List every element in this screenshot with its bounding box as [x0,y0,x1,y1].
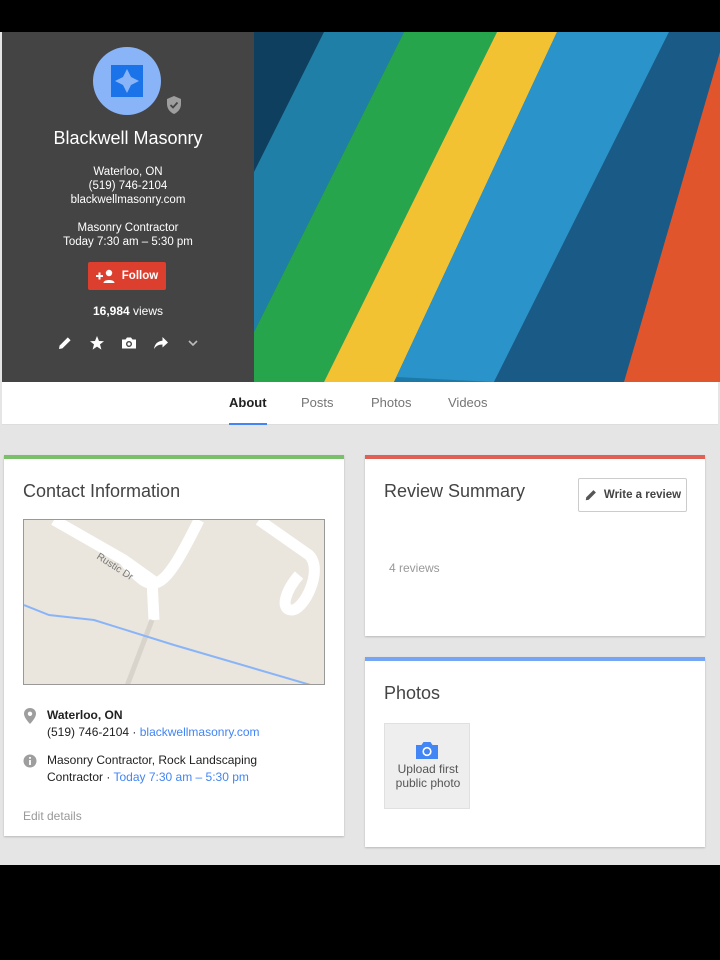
location-pin-icon [24,708,36,724]
business-logo-icon [111,65,143,97]
action-icons [54,332,204,354]
tab-about[interactable]: About [229,382,267,425]
contact-information-card: Contact Information Rustic Dr Waterloo, … [4,455,344,836]
edit-details-link[interactable]: Edit details [23,809,82,823]
chevron-down-icon[interactable] [182,332,204,354]
review-title: Review Summary [384,481,526,501]
cover-photo [254,32,720,382]
business-avatar[interactable] [93,47,161,115]
verified-shield-icon [167,96,181,114]
upload-photo-label: Upload first public photo [385,762,471,790]
cover-image [254,32,720,382]
address-city: Waterloo, ON [47,708,123,722]
upload-line2: public photo [395,776,461,790]
category-line1: Masonry Contractor, Rock Landscaping [47,753,258,767]
page-frame: Blackwell Masonry Waterloo, ON (519) 746… [0,32,720,865]
tab-posts[interactable]: Posts [301,382,334,425]
star-icon[interactable] [86,332,108,354]
map[interactable]: Rustic Dr [23,519,325,685]
map-image: Rustic Dr [24,520,324,684]
category-row: Masonry Contractor, Rock Landscaping Con… [23,752,323,788]
category-text: Masonry Contractor, Rock Landscaping Con… [47,752,257,786]
business-hours: Today 7:30 am – 5:30 pm [63,236,193,248]
review-summary-card: Review Summary Write a review 4 reviews [365,455,705,636]
review-count[interactable]: 4 reviews [389,561,440,575]
business-name: Blackwell Masonry [53,128,203,148]
business-phone: (519) 746-2104 [88,180,168,192]
phone-website-line: (519) 746-2104 · blackwellmasonry.com [47,724,260,741]
upload-line1: Upload first [397,762,459,776]
category-line2-prefix: Contractor · [47,770,114,784]
tab-videos[interactable]: Videos [448,382,488,425]
business-website[interactable]: blackwellmasonry.com [2,193,254,207]
tab-bar: About Posts Photos Videos [2,382,718,425]
business-category: Masonry Contractor [77,222,179,234]
contact-phone: (519) 746-2104 · [47,725,140,739]
tab-photos[interactable]: Photos [371,382,411,425]
photos-title: Photos [384,683,441,703]
share-icon[interactable] [150,332,172,354]
upload-photo-button[interactable]: Upload first public photo [384,723,470,809]
camera-icon [416,742,438,759]
address-row: Waterloo, ON (519) 746-2104 · blackwellm… [23,707,323,743]
follow-button[interactable]: Follow [88,262,166,290]
views-number: 16,984 [92,304,130,318]
views-suffix: views [129,304,164,318]
address-text: Waterloo, ON (519) 746-2104 · blackwellm… [47,707,260,741]
views-count: 16,984 views [2,304,254,318]
pencil-icon [585,490,596,501]
category-line2: Contractor · Today 7:30 am – 5:30 pm [47,769,257,786]
write-review-label: Write a review [603,489,682,501]
pencil-icon[interactable] [54,332,76,354]
hours-link[interactable]: Today 7:30 am – 5:30 pm [113,770,248,784]
photos-card: Photos Upload first public photo [365,657,705,847]
follow-label: Follow [121,270,159,282]
follow-person-icon [95,269,115,283]
info-icon [23,754,37,768]
write-review-button[interactable]: Write a review [578,478,687,512]
profile-panel: Blackwell Masonry Waterloo, ON (519) 746… [2,32,254,382]
camera-icon[interactable] [118,332,140,354]
website-link[interactable]: blackwellmasonry.com [140,725,260,739]
business-city: Waterloo, ON [93,166,163,178]
contact-title: Contact Information [23,481,181,501]
profile-header: Blackwell Masonry Waterloo, ON (519) 746… [0,32,720,382]
